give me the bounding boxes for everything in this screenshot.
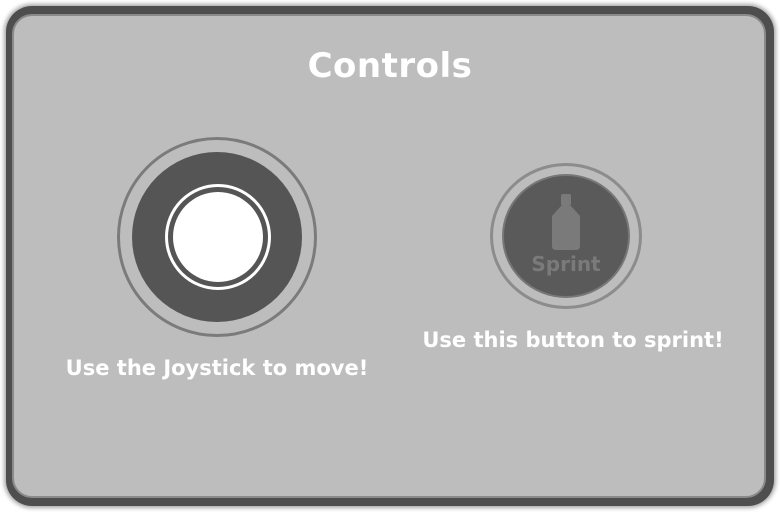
- dialog-title: Controls: [307, 46, 473, 86]
- sprint-figure-icon: [552, 194, 580, 250]
- sprint-instruction: Use this button to sprint!: [422, 328, 724, 352]
- joystick-instruction: Use the Joystick to move!: [65, 356, 369, 380]
- sprint-button-label: Sprint: [531, 252, 601, 276]
- joystick-knob[interactable]: [173, 192, 263, 282]
